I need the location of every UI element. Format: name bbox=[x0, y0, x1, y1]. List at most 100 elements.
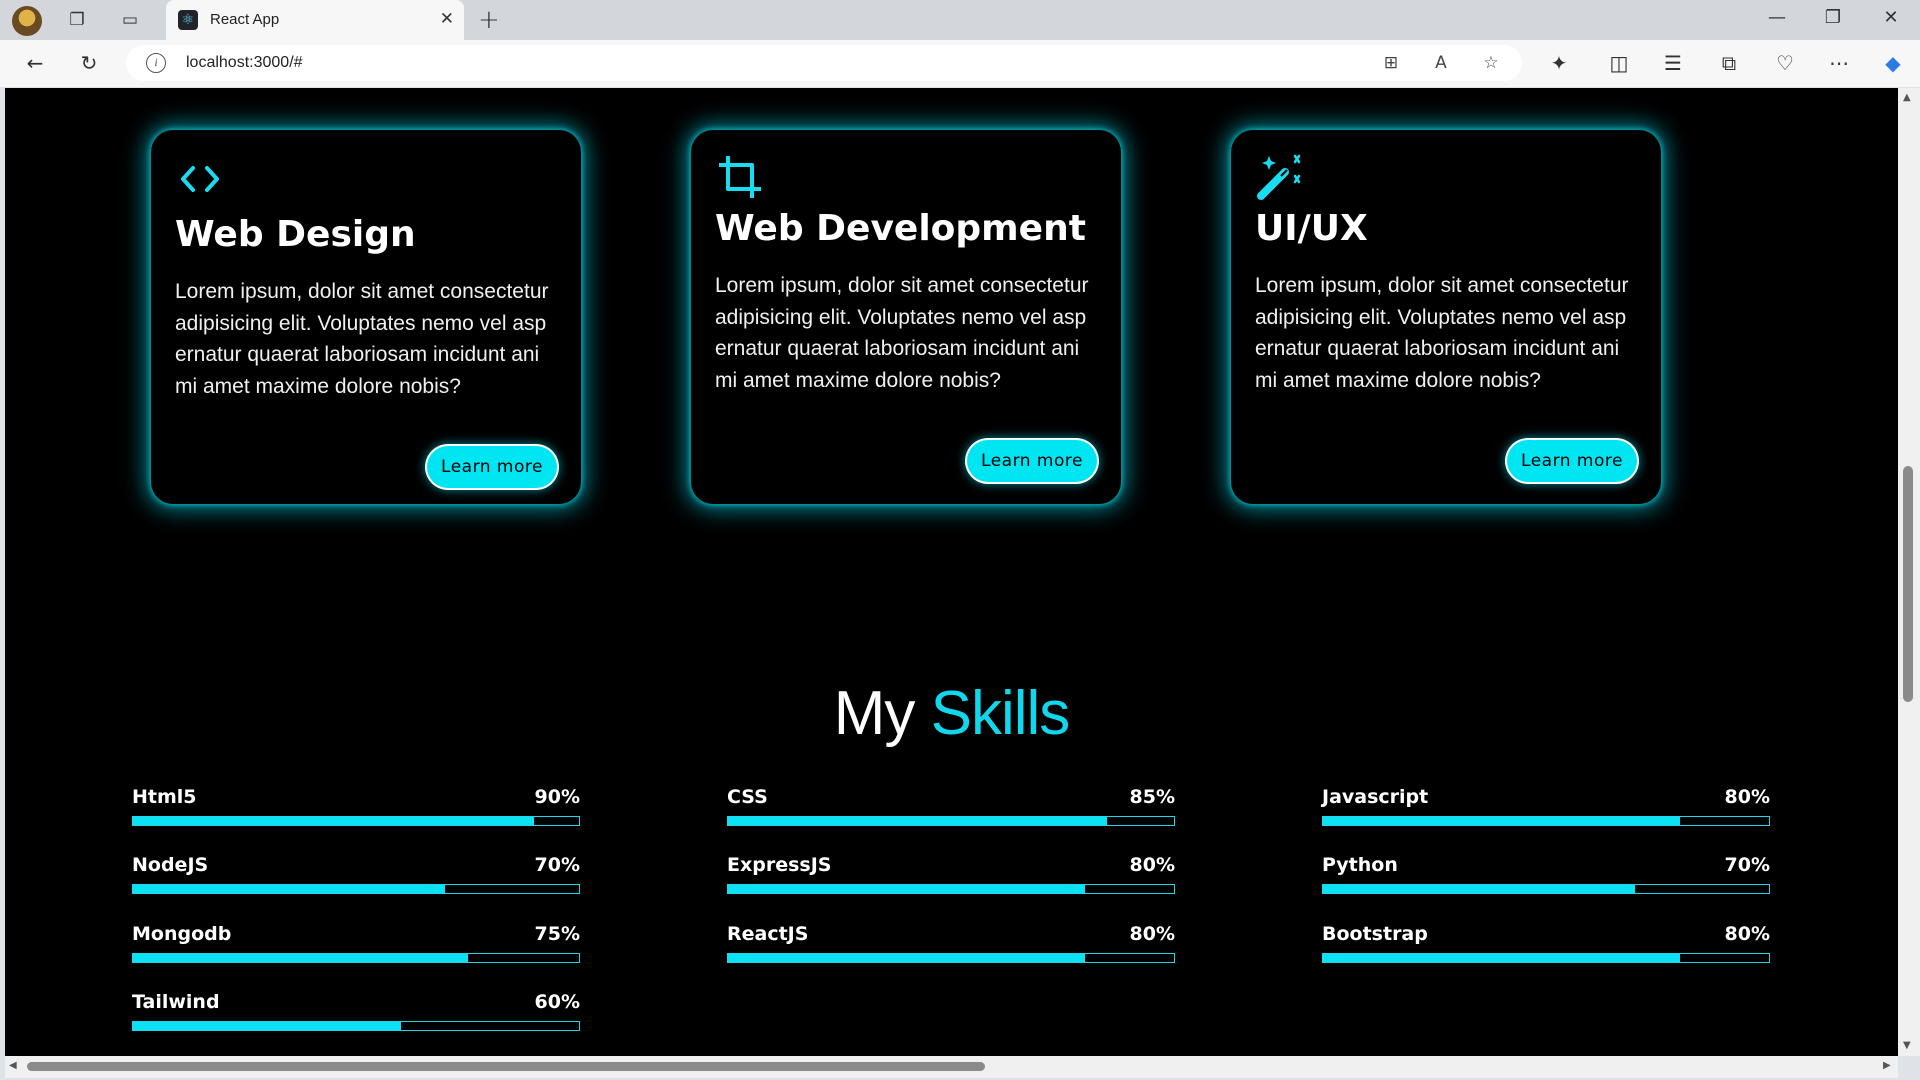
skill-name: Tailwind bbox=[132, 991, 220, 1013]
skill-item-css: CSS 85% bbox=[727, 786, 1175, 836]
service-card-web-development: Web Development Lorem ipsum, dolor sit a… bbox=[691, 130, 1121, 504]
skill-progress-fill bbox=[1323, 885, 1636, 893]
window-close-icon[interactable]: ✕ bbox=[1876, 7, 1906, 28]
skill-progress-fill bbox=[1323, 954, 1680, 962]
magic-wand-icon bbox=[1257, 154, 1301, 200]
skill-item-html5: Html5 90% bbox=[132, 786, 580, 836]
skill-progress-bar bbox=[727, 816, 1175, 826]
read-aloud-icon[interactable]: A bbox=[1428, 51, 1454, 75]
skill-progress-bar bbox=[727, 953, 1175, 963]
address-bar[interactable]: i localhost:3000/# ⊞ A ☆ bbox=[126, 45, 1522, 81]
profile-avatar[interactable] bbox=[12, 6, 42, 36]
scroll-left-arrow-icon[interactable]: ◀ bbox=[9, 1060, 17, 1071]
skill-item-tailwind: Tailwind 60% bbox=[132, 991, 580, 1041]
scroll-down-arrow-icon[interactable]: ▼ bbox=[1903, 1040, 1911, 1051]
tab-title: React App bbox=[210, 11, 280, 28]
vertical-scrollbar[interactable]: ▲ ▼ bbox=[1898, 88, 1920, 1056]
skill-progress-bar bbox=[132, 884, 580, 894]
skill-progress-fill bbox=[728, 954, 1085, 962]
skill-progress-fill bbox=[1323, 817, 1680, 825]
skill-name: Javascript bbox=[1322, 786, 1429, 808]
browser-tab[interactable]: ⚛ React App ✕ bbox=[166, 0, 464, 40]
browser-essentials-icon[interactable]: ♡ bbox=[1770, 49, 1800, 77]
skill-name: NodeJS bbox=[132, 854, 209, 876]
skill-percent: 60% bbox=[534, 991, 580, 1013]
card-description: Lorem ipsum, dolor sit amet consectetur … bbox=[175, 280, 549, 398]
copilot-icon[interactable]: ◆ bbox=[1878, 49, 1908, 77]
favorite-star-icon[interactable]: ☆ bbox=[1478, 51, 1504, 75]
skill-name: Html5 bbox=[132, 786, 197, 808]
skill-item-python: Python 70% bbox=[1322, 854, 1770, 904]
app-available-icon[interactable]: ⊞ bbox=[1378, 51, 1404, 75]
refresh-icon[interactable]: ↻ bbox=[74, 49, 104, 77]
back-icon[interactable]: ← bbox=[20, 49, 50, 77]
scroll-up-arrow-icon[interactable]: ▲ bbox=[1903, 92, 1911, 103]
skill-item-nodejs: NodeJS 70% bbox=[132, 854, 580, 904]
skill-name: Bootstrap bbox=[1322, 923, 1428, 945]
browser-nav-bar: ← ↻ i localhost:3000/# ⊞ A ☆ ✦ ◫ ☰ ⧉ ♡ ⋯… bbox=[0, 40, 1920, 87]
skill-percent: 70% bbox=[534, 854, 580, 876]
scroll-right-arrow-icon[interactable]: ▶ bbox=[1883, 1060, 1891, 1071]
react-favicon-icon: ⚛ bbox=[178, 10, 198, 30]
skill-name: Mongodb bbox=[132, 923, 232, 945]
skills-heading-accent: Skills bbox=[930, 679, 1071, 748]
skill-progress-bar bbox=[1322, 953, 1770, 963]
skill-item-bootstrap: Bootstrap 80% bbox=[1322, 923, 1770, 973]
card-description: Lorem ipsum, dolor sit amet consectetur … bbox=[1255, 274, 1629, 392]
horizontal-scrollbar[interactable]: ◀ ▶ bbox=[5, 1056, 1898, 1078]
browser-tab-bar: ❐ ▭ ⚛ React App ✕ + — ❐ ✕ bbox=[0, 0, 1920, 40]
skill-name: CSS bbox=[727, 786, 768, 808]
skill-progress-fill bbox=[728, 817, 1108, 825]
new-tab-icon[interactable]: + bbox=[478, 5, 500, 35]
skill-percent: 80% bbox=[1724, 786, 1770, 808]
learn-more-button[interactable]: Learn more bbox=[1507, 440, 1637, 482]
site-info-icon[interactable]: i bbox=[146, 53, 166, 73]
skill-item-javascript: Javascript 80% bbox=[1322, 786, 1770, 836]
minimize-icon[interactable]: — bbox=[1762, 7, 1792, 28]
card-title: UI/UX bbox=[1255, 208, 1368, 249]
skill-progress-bar bbox=[132, 953, 580, 963]
service-card-ui-ux: UI/UX Lorem ipsum, dolor sit amet consec… bbox=[1231, 130, 1661, 504]
restore-icon[interactable]: ❐ bbox=[1818, 7, 1848, 28]
skill-name: ReactJS bbox=[727, 923, 809, 945]
collections-icon[interactable]: ⧉ bbox=[1714, 49, 1744, 77]
tab-close-icon[interactable]: ✕ bbox=[440, 9, 454, 29]
skills-heading: My Skills bbox=[5, 678, 1898, 749]
horizontal-scroll-thumb[interactable] bbox=[27, 1062, 985, 1071]
skill-item-mongodb: Mongodb 75% bbox=[132, 923, 580, 973]
skill-percent: 70% bbox=[1724, 854, 1770, 876]
card-title: Web Design bbox=[175, 214, 416, 255]
card-title: Web Development bbox=[715, 208, 1086, 249]
skill-progress-bar bbox=[132, 816, 580, 826]
url-text[interactable]: localhost:3000/# bbox=[186, 54, 303, 72]
card-description: Lorem ipsum, dolor sit amet consectetur … bbox=[715, 274, 1089, 392]
skill-progress-fill bbox=[728, 885, 1085, 893]
code-brackets-icon bbox=[181, 166, 219, 192]
learn-more-button[interactable]: Learn more bbox=[427, 446, 557, 488]
crop-icon bbox=[719, 156, 761, 198]
skill-progress-bar bbox=[132, 1021, 580, 1031]
skill-percent: 85% bbox=[1129, 786, 1175, 808]
skill-percent: 80% bbox=[1129, 923, 1175, 945]
skills-heading-plain: My bbox=[833, 679, 916, 748]
skill-progress-bar bbox=[1322, 816, 1770, 826]
skill-percent: 75% bbox=[534, 923, 580, 945]
skill-item-expressjs: ExpressJS 80% bbox=[727, 854, 1175, 904]
skill-progress-fill bbox=[133, 954, 468, 962]
favorites-icon[interactable]: ☰ bbox=[1658, 49, 1688, 77]
page-viewport: Web Design Lorem ipsum, dolor sit amet c… bbox=[5, 88, 1898, 1056]
skill-progress-bar bbox=[727, 884, 1175, 894]
vertical-tabs-icon[interactable]: ▭ bbox=[117, 8, 143, 32]
learn-more-button[interactable]: Learn more bbox=[967, 440, 1097, 482]
skill-percent: 90% bbox=[534, 786, 580, 808]
split-screen-icon[interactable]: ◫ bbox=[1604, 49, 1634, 77]
extensions-icon[interactable]: ✦ bbox=[1544, 49, 1574, 77]
skill-percent: 80% bbox=[1129, 854, 1175, 876]
skill-percent: 80% bbox=[1724, 923, 1770, 945]
more-options-icon[interactable]: ⋯ bbox=[1824, 49, 1854, 77]
vertical-scroll-thumb[interactable] bbox=[1903, 466, 1913, 702]
skill-progress-fill bbox=[133, 885, 446, 893]
service-card-web-design: Web Design Lorem ipsum, dolor sit amet c… bbox=[151, 130, 581, 504]
workspaces-icon[interactable]: ❐ bbox=[64, 8, 90, 32]
skill-progress-fill bbox=[133, 1022, 401, 1030]
